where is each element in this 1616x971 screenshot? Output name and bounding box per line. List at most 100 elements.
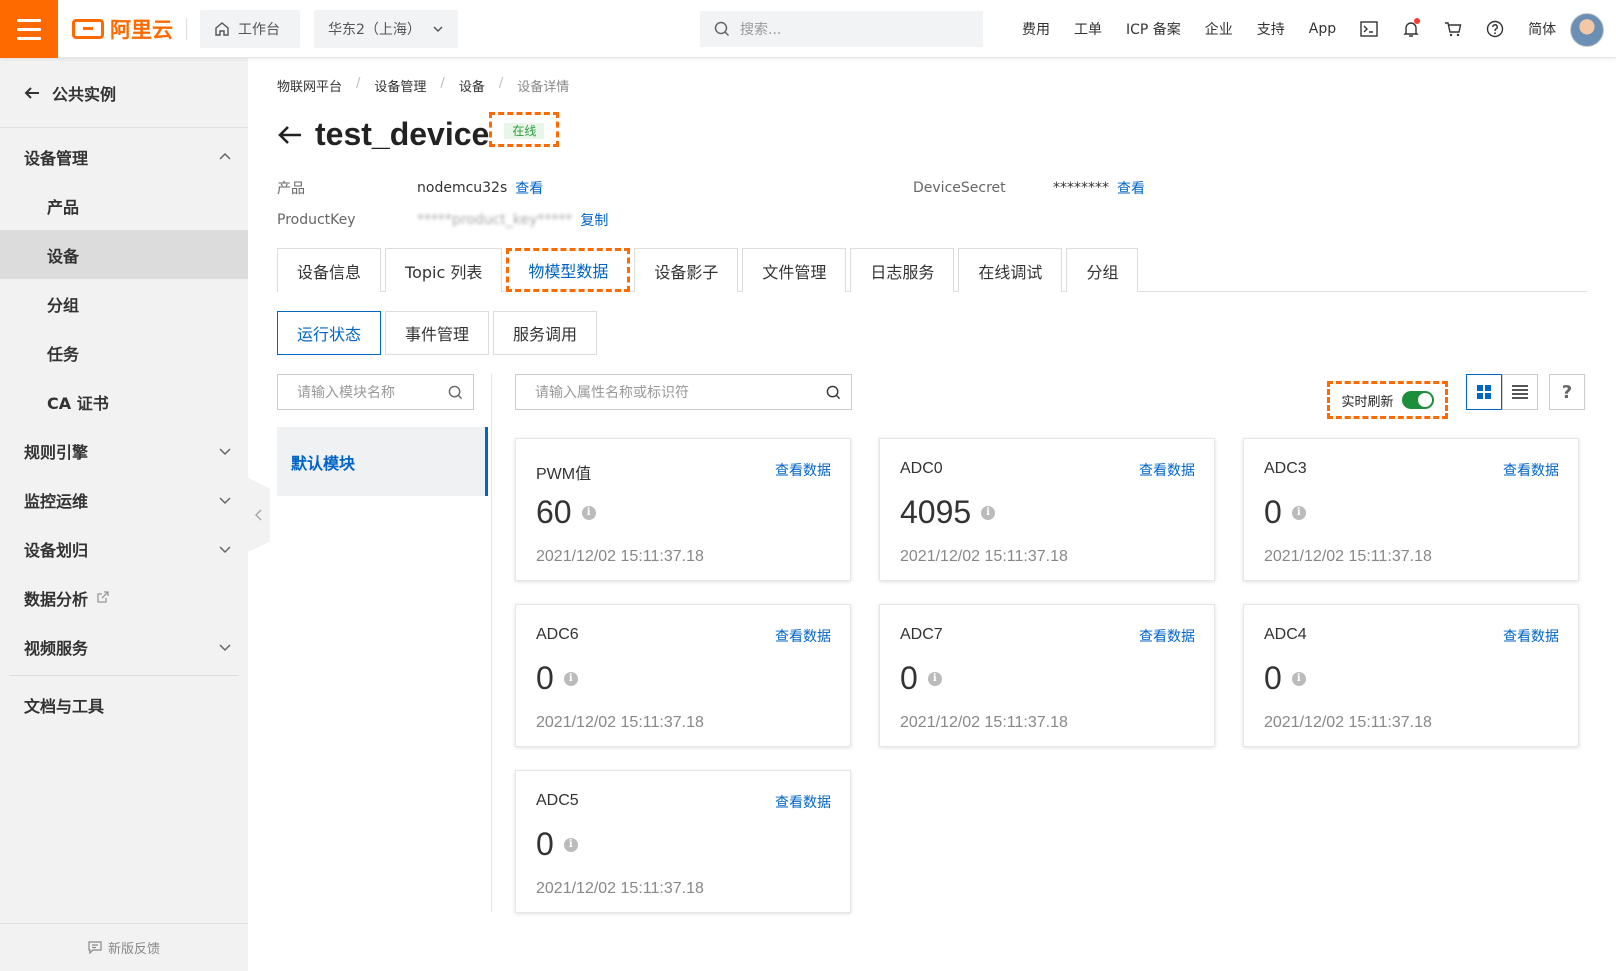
sidebar-group-label: 设备管理	[24, 148, 89, 168]
sidebar-item-ca-cert[interactable]: CA 证书	[0, 377, 248, 426]
property-search-input[interactable]: 请输入属性名称或标识符	[515, 374, 852, 410]
search-icon[interactable]	[826, 385, 841, 400]
list-view-button[interactable]	[1502, 374, 1538, 410]
sidebar-item-tasks[interactable]: 任务	[0, 328, 248, 377]
breadcrumb-item[interactable]: 设备管理	[374, 76, 426, 95]
info-icon[interactable]: i	[927, 671, 942, 686]
sidebar-group-docs[interactable]: 文档与工具	[0, 680, 248, 729]
property-value: 0	[1264, 494, 1282, 530]
copy-productkey-link[interactable]: 复制	[580, 210, 608, 230]
module-search-placeholder: 请输入模块名称	[297, 385, 395, 401]
view-secret-link[interactable]: 查看	[1117, 178, 1145, 198]
info-icon[interactable]: i	[1291, 671, 1306, 686]
search-icon[interactable]	[448, 385, 463, 400]
terminal-icon[interactable]	[1348, 21, 1390, 37]
top-nav: 费用 工单 ICP 备案 企业 支持 App 简体	[1010, 0, 1568, 58]
back-arrow-icon[interactable]	[277, 124, 303, 146]
breadcrumb-item[interactable]: 设备	[459, 76, 485, 95]
sidebar-item-devices[interactable]: 设备	[0, 230, 248, 279]
sidebar-group-monitor[interactable]: 监控运维	[0, 475, 248, 524]
info-icon[interactable]: i	[563, 837, 578, 852]
bell-icon[interactable]	[1390, 18, 1432, 38]
info-icon[interactable]: i	[581, 505, 596, 520]
region-select[interactable]: 华东2（上海）	[314, 10, 458, 48]
property-value: 4095	[900, 494, 972, 530]
property-value: 0	[536, 660, 554, 696]
brand-logo[interactable]: 阿里云	[72, 15, 173, 43]
property-card: ADC0 查看数据 4095 i 2021/12/02 15:11:37.18	[879, 438, 1215, 581]
property-card: ADC7 查看数据 0i 2021/12/02 15:11:37.18	[879, 604, 1215, 747]
tab-topic-list[interactable]: Topic 列表	[385, 248, 503, 292]
page-title: test_device	[315, 116, 490, 152]
property-name: ADC5	[536, 792, 579, 809]
view-data-link[interactable]: 查看数据	[1503, 460, 1559, 480]
view-data-link[interactable]: 查看数据	[775, 792, 831, 812]
status-badge: 在线	[504, 123, 545, 139]
view-data-link[interactable]: 查看数据	[775, 460, 831, 480]
sidebar-group-label: 视频服务	[24, 638, 89, 658]
info-icon[interactable]: i	[563, 671, 578, 686]
sidebar-group-analytics[interactable]: 数据分析	[0, 573, 248, 622]
sidebar-group-label: 文档与工具	[24, 696, 105, 716]
nav-billing[interactable]: 费用	[1010, 19, 1062, 39]
workbench-label: 工作台	[238, 22, 280, 38]
chevron-down-icon	[219, 447, 231, 455]
language-switch[interactable]: 简体	[1516, 19, 1568, 39]
info-icon[interactable]: i	[1291, 505, 1306, 520]
sidebar-item-groups[interactable]: 分组	[0, 279, 248, 328]
tab-log-service[interactable]: 日志服务	[850, 248, 955, 292]
tab-online-debug[interactable]: 在线调试	[958, 248, 1063, 292]
brand-name: 阿里云	[110, 18, 173, 42]
tab-group[interactable]: 分组	[1066, 248, 1139, 292]
property-value: 0	[1264, 660, 1282, 696]
info-icon[interactable]: i	[981, 505, 996, 520]
help-icon[interactable]	[1474, 20, 1516, 38]
module-search-input[interactable]: 请输入模块名称	[277, 374, 474, 410]
grid-view-button[interactable]	[1466, 374, 1502, 410]
sidebar-group-video[interactable]: 视频服务	[0, 622, 248, 671]
help-button[interactable]: ?	[1549, 374, 1585, 410]
feedback-button[interactable]: 新版反馈	[0, 923, 248, 971]
chevron-down-icon	[219, 496, 231, 504]
module-item-default[interactable]: 默认模块	[277, 427, 488, 496]
property-value-row: 0i	[1264, 494, 1306, 531]
back-to-instance[interactable]: 公共实例	[0, 58, 248, 128]
view-data-link[interactable]: 查看数据	[1139, 460, 1195, 480]
view-data-link[interactable]: 查看数据	[1503, 626, 1559, 646]
tab-thing-model-data[interactable]: 物模型数据	[506, 248, 631, 292]
workbench-button[interactable]: 工作台	[200, 10, 300, 48]
realtime-refresh-label: 实时刷新	[1341, 394, 1394, 410]
tab-device-shadow[interactable]: 设备影子	[634, 248, 739, 292]
property-name: PWM值	[536, 466, 592, 483]
tab-file-mgmt[interactable]: 文件管理	[742, 248, 847, 292]
breadcrumb-item[interactable]: 物联网平台	[277, 76, 342, 95]
nav-support[interactable]: 支持	[1245, 19, 1297, 39]
sidebar-group-device-mgmt[interactable]: 设备管理	[0, 132, 248, 181]
nav-enterprise[interactable]: 企业	[1193, 19, 1245, 39]
subtab-service-call[interactable]: 服务调用	[493, 311, 598, 355]
sidebar-group-rules[interactable]: 规则引擎	[0, 426, 248, 475]
list-icon	[1512, 385, 1528, 399]
sidebar-group-assign[interactable]: 设备划归	[0, 524, 248, 573]
divider	[10, 675, 238, 676]
tab-device-info[interactable]: 设备信息	[277, 248, 382, 292]
nav-app[interactable]: App	[1297, 21, 1348, 37]
sidebar-item-products[interactable]: 产品	[0, 181, 248, 230]
avatar[interactable]	[1570, 13, 1604, 47]
property-card: ADC5 查看数据 0i 2021/12/02 15:11:37.18	[515, 770, 851, 913]
detail-tabs: 设备信息 Topic 列表 物模型数据 设备影子 文件管理 日志服务 在线调试 …	[277, 248, 1587, 292]
subtab-runtime-status[interactable]: 运行状态	[277, 311, 382, 355]
view-data-link[interactable]: 查看数据	[1139, 626, 1195, 646]
nav-tickets[interactable]: 工单	[1062, 19, 1114, 39]
nav-icp[interactable]: ICP 备案	[1114, 19, 1193, 39]
view-data-link[interactable]: 查看数据	[775, 626, 831, 646]
cart-icon[interactable]	[1432, 21, 1474, 37]
realtime-refresh-toggle[interactable]	[1401, 391, 1434, 409]
subtab-event-mgmt[interactable]: 事件管理	[385, 311, 490, 355]
divider	[186, 18, 187, 40]
menu-icon[interactable]	[0, 0, 58, 58]
global-search-input[interactable]: 搜索...	[700, 11, 983, 47]
realtime-refresh: 实时刷新	[1327, 381, 1448, 419]
view-product-link[interactable]: 查看	[515, 178, 543, 198]
property-value: 0	[536, 826, 554, 862]
